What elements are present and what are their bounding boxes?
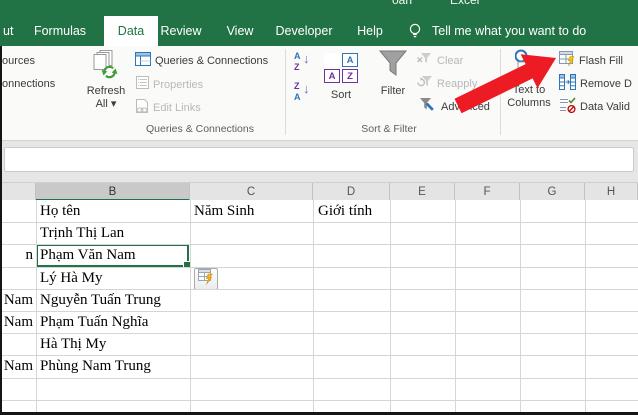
column-header-F[interactable]: F [455, 183, 520, 201]
gridline-vertical [520, 200, 521, 415]
group-separator [285, 49, 286, 135]
sort-za-button[interactable]: Z A ↓ [292, 80, 314, 104]
cell-B-row3[interactable]: Phạm Văn Nam [40, 244, 188, 266]
filter-icon [378, 50, 408, 82]
group-label-queries-connections: Queries & Connections [146, 123, 254, 135]
data-validation-button[interactable]: Data Valid [559, 96, 630, 116]
flash-fill-options-smart-tag[interactable] [194, 268, 218, 290]
reapply-filter-icon [416, 75, 433, 94]
cell-A-row6[interactable]: Nam [0, 311, 33, 333]
gridline-horizontal [0, 378, 638, 379]
cell-B-row5[interactable]: Nguyễn Tuấn Trung [40, 289, 188, 311]
column-header-G[interactable]: G [520, 183, 585, 201]
gridline-vertical [585, 200, 586, 415]
gridline-horizontal [0, 400, 638, 401]
formula-bar-strip [0, 141, 638, 182]
flash-fill-smart-tag-icon [197, 268, 215, 290]
tab-data[interactable]: Data [104, 16, 158, 46]
column-header-a-sliver[interactable] [0, 183, 36, 201]
flash-fill-button[interactable]: Flash Fill [559, 50, 624, 70]
filter-button[interactable]: Filter [370, 49, 416, 98]
advanced-filter-icon [418, 97, 437, 117]
cell-A-row5[interactable]: Nam [0, 289, 33, 311]
window-title-fragment-app: Excel [450, 0, 480, 7]
column-header-H[interactable]: H [585, 183, 638, 201]
tab-review[interactable]: Review [161, 16, 202, 46]
properties-icon [136, 76, 149, 94]
cut-button-connections[interactable]: onnections [2, 78, 55, 90]
red-arrow-annotation [438, 38, 568, 128]
column-header-C[interactable]: C [190, 183, 313, 201]
cell-B-row2[interactable]: Trịnh Thị Lan [40, 222, 188, 244]
gridline-vertical [190, 200, 191, 415]
sort-az-button[interactable]: A Z ↓ [292, 50, 314, 74]
sort-label: Sort [330, 89, 352, 101]
queries-connections-button[interactable]: Queries & Connections [135, 51, 269, 71]
edit-links-button[interactable]: Edit Links [135, 98, 201, 118]
column-header-D[interactable]: D [313, 183, 390, 201]
queries-connections-label: Queries & Connections [155, 55, 269, 67]
column-header-row: BCDEFGH [0, 182, 638, 201]
column-header-E[interactable]: E [390, 183, 455, 201]
tab-help[interactable]: Help [357, 16, 383, 46]
properties-button[interactable]: Properties [136, 76, 203, 94]
filter-label: Filter [380, 85, 406, 97]
cell-B-row1[interactable]: Họ tên [40, 200, 188, 222]
refresh-all-icon [93, 50, 119, 84]
properties-label: Properties [153, 79, 204, 91]
tab-formulas[interactable]: Formulas [34, 16, 86, 46]
group-label-sort-filter: Sort & Filter [361, 123, 417, 135]
cell-D-row1[interactable]: Giới tính [318, 200, 389, 222]
sort-az-icon: A Z ↓ [294, 51, 310, 72]
cell-B-row8[interactable]: Phùng Nam Trung [40, 355, 188, 377]
sort-icon: Z A A Z [324, 53, 358, 83]
clear-filter-icon [416, 52, 433, 71]
tab-developer[interactable]: Developer [276, 16, 333, 46]
sheet-grid[interactable]: Họ tên Năm Sinh Giới tính Trịnh Thị Lan n Phạ… [0, 200, 638, 415]
refresh-all-label: Refresh [86, 85, 126, 97]
gridline-vertical [390, 200, 391, 415]
sort-button[interactable]: Z A A Z Sort [318, 49, 364, 102]
gridline-vertical [313, 200, 314, 415]
queries-connections-icon [135, 51, 151, 71]
cell-B-row6[interactable]: Phạm Tuấn Nghĩa [40, 311, 188, 333]
gridline-vertical [36, 200, 37, 415]
excel-window: oan Excel ut Formulas Data Review View D… [0, 0, 638, 415]
refresh-all-button[interactable]: Refresh All ▾ [80, 50, 132, 111]
formula-bar-input[interactable] [4, 147, 634, 172]
remove-duplicates-label: Remove D [580, 78, 632, 90]
refresh-all-dropdown: All ▾ [95, 98, 117, 110]
cell-B-row4[interactable]: Lý Hà My [40, 267, 188, 289]
cut-button-sources[interactable]: ources [2, 55, 35, 67]
tab-page-layout-cut[interactable]: ut [3, 16, 13, 46]
screenshot-left-border [0, 46, 2, 413]
data-validation-label: Data Valid [580, 101, 630, 113]
column-header-B[interactable]: B [36, 183, 190, 201]
lightbulb-icon [408, 22, 422, 45]
gridline-vertical [455, 200, 456, 415]
cell-A-row8[interactable]: Nam [0, 355, 33, 377]
edit-links-icon [135, 98, 149, 118]
cell-B-row7[interactable]: Hà Thị My [40, 333, 188, 355]
title-bar: oan Excel [0, 0, 638, 16]
sort-za-icon: Z A ↓ [294, 81, 310, 102]
tab-view[interactable]: View [227, 16, 254, 46]
remove-duplicates-button[interactable]: Remove D [559, 73, 632, 93]
edit-links-label: Edit Links [153, 102, 201, 114]
cell-C-row1[interactable]: Năm Sinh [194, 200, 312, 222]
window-title-fragment: oan [392, 0, 413, 7]
cell-A-row3[interactable]: n [0, 244, 34, 266]
flash-fill-label: Flash Fill [579, 55, 624, 67]
